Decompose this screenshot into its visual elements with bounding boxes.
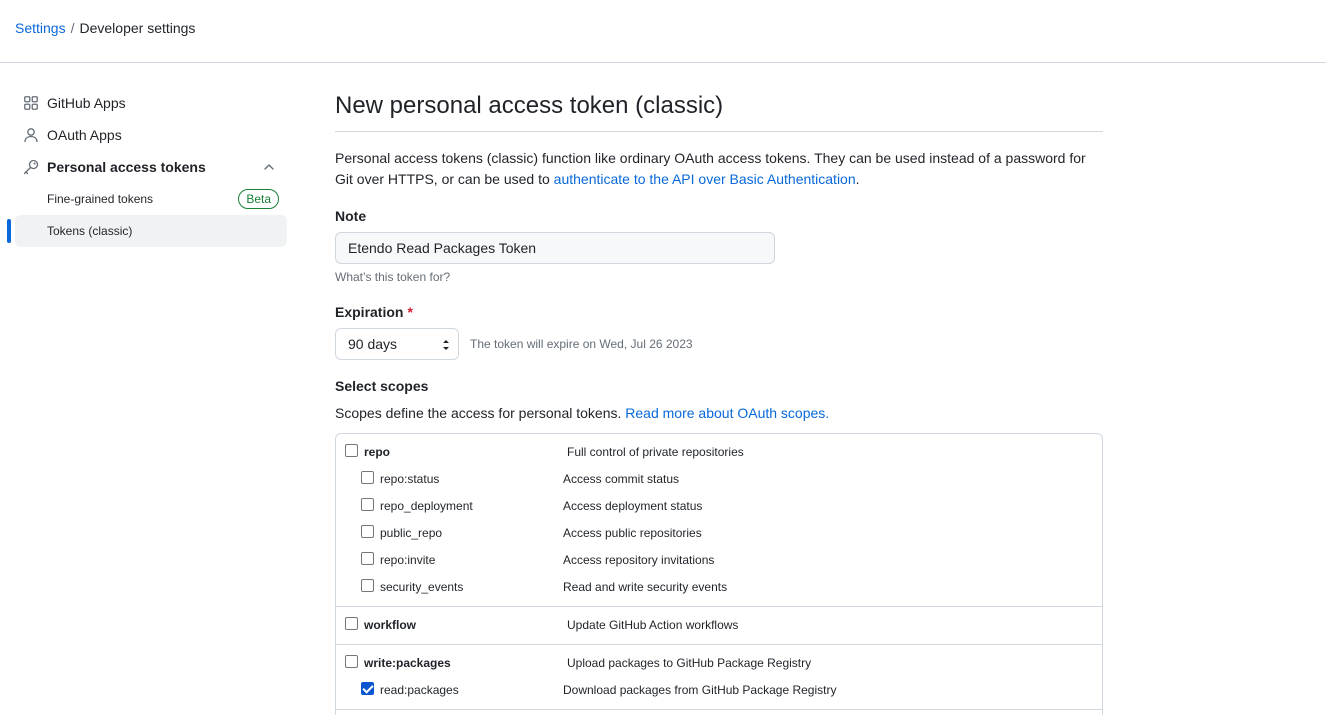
sidebar-item-label: Personal access tokens	[47, 159, 206, 175]
person-icon	[23, 127, 39, 143]
scope-name: public_repo	[380, 526, 443, 540]
key-icon	[23, 159, 39, 175]
sidebar-item-oauth-apps[interactable]: OAuth Apps	[15, 119, 287, 151]
scope-row-write-packages: write:packages Upload packages to GitHub…	[336, 652, 1102, 679]
scope-row-public-repo: public_repo Access public repositories	[336, 522, 1102, 549]
scope-checkbox-repo-invite[interactable]	[361, 552, 374, 565]
scopes-label: Select scopes	[335, 378, 429, 394]
select-arrows-icon	[442, 338, 450, 352]
sidebar-subitem-label: Tokens (classic)	[47, 224, 133, 238]
sidebar-subitem-label: Fine-grained tokens	[47, 192, 154, 206]
oauth-scopes-link[interactable]: Read more about OAuth scopes.	[625, 405, 829, 421]
sidebar-item-label: GitHub Apps	[47, 95, 126, 111]
top-bar: Settings / Developer settings	[0, 0, 1326, 63]
sidebar-item-personal-access-tokens[interactable]: Personal access tokens	[15, 151, 287, 183]
intro-end: .	[855, 171, 860, 187]
breadcrumb-settings-link[interactable]: Settings	[15, 20, 66, 36]
breadcrumb-current: Developer settings	[79, 20, 196, 36]
expiration-value: 90 days	[348, 336, 398, 352]
sidebar-item-tokens-classic[interactable]: Tokens (classic)	[15, 215, 287, 247]
scope-checkbox-workflow[interactable]	[345, 617, 358, 630]
scopes-desc-text: Scopes define the access for personal to…	[335, 405, 626, 421]
scope-description: Upload packages to GitHub Package Regist…	[567, 656, 812, 670]
scope-checkbox-write-packages[interactable]	[345, 655, 358, 668]
scope-description: Full control of private repositories	[567, 445, 744, 459]
scope-name: repo	[364, 445, 391, 459]
sidebar-item-fine-grained-tokens[interactable]: Fine-grained tokens Beta	[15, 183, 287, 215]
scope-name: repo_deployment	[380, 499, 473, 513]
expiration-note: The token will expire on Wed, Jul 26 202…	[470, 337, 693, 351]
scope-description: Access repository invitations	[563, 553, 715, 567]
page-title: New personal access token (classic)	[335, 92, 724, 119]
scope-checkbox-repo[interactable]	[345, 444, 358, 457]
sidebar-item-github-apps[interactable]: GitHub Apps	[15, 87, 287, 119]
scope-description: Read and write security events	[563, 580, 728, 594]
breadcrumb: Settings / Developer settings	[15, 19, 195, 37]
scope-name: read:packages	[380, 683, 459, 697]
intro-text: Personal access tokens (classic) functio…	[335, 148, 1103, 190]
scope-row-repo: repo Full control of private repositorie…	[336, 441, 1102, 468]
scope-name: repo:invite	[380, 553, 436, 567]
scope-description: Access deployment status	[563, 499, 703, 513]
scope-name: security_events	[380, 580, 464, 594]
scope-checkbox-public-repo[interactable]	[361, 525, 374, 538]
scope-group-workflow: workflow Update GitHub Action workflows	[336, 607, 1102, 645]
chevron-up-icon[interactable]	[261, 159, 277, 175]
beta-badge: Beta	[238, 189, 279, 209]
sidebar-item-label: OAuth Apps	[47, 127, 122, 143]
active-indicator	[7, 219, 11, 243]
scope-description: Access commit status	[563, 472, 680, 486]
scopes-list: repo Full control of private repositorie…	[335, 433, 1103, 715]
expiration-label: Expiration *	[335, 302, 413, 322]
scope-description: Update GitHub Action workflows	[567, 618, 739, 632]
scope-checkbox-read-packages[interactable]	[361, 682, 374, 695]
scope-checkbox-repo-deployment[interactable]	[361, 498, 374, 511]
scope-group-packages: write:packages Upload packages to GitHub…	[336, 645, 1102, 710]
scope-row-repo-deployment: repo_deployment Access deployment status	[336, 495, 1102, 522]
scope-description: Download packages from GitHub Package Re…	[563, 683, 837, 697]
scope-checkbox-security-events[interactable]	[361, 579, 374, 592]
title-divider	[335, 131, 1103, 132]
scope-name: repo:status	[380, 472, 440, 486]
expiration-label-text: Expiration	[335, 304, 404, 320]
note-input[interactable]	[335, 232, 775, 264]
scope-row-repo-status: repo:status Access commit status	[336, 468, 1102, 495]
scope-row-workflow: workflow Update GitHub Action workflows	[336, 614, 1102, 641]
scope-row-repo-invite: repo:invite Access repository invitation…	[336, 549, 1102, 576]
scope-name: workflow	[364, 618, 417, 632]
note-hint: What’s this token for?	[335, 270, 451, 284]
scope-name: write:packages	[364, 656, 451, 670]
scope-checkbox-repo-status[interactable]	[361, 471, 374, 484]
apps-grid-icon	[23, 95, 39, 111]
scope-row-read-packages: read:packages Download packages from Git…	[336, 679, 1102, 706]
expiration-select[interactable]: 90 days	[335, 328, 459, 360]
scope-description: Access public repositories	[563, 526, 702, 540]
required-mark: *	[407, 304, 413, 320]
scopes-description: Scopes define the access for personal to…	[335, 403, 829, 423]
scope-group-repo: repo Full control of private repositorie…	[336, 434, 1102, 607]
basic-auth-link[interactable]: authenticate to the API over Basic Authe…	[554, 171, 856, 187]
note-label: Note	[335, 208, 367, 224]
breadcrumb-separator: /	[70, 20, 75, 36]
scope-row-security-events: security_events Read and write security …	[336, 576, 1102, 603]
